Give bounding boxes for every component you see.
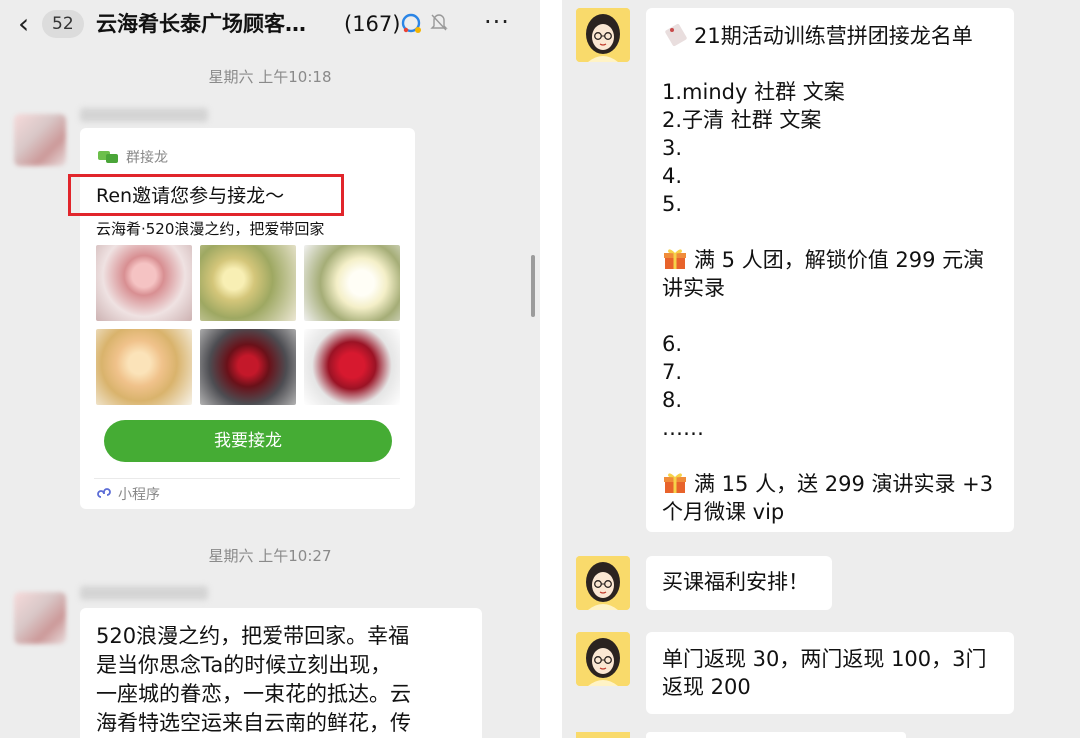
chain-entry: 7. [662,360,683,384]
message-text: 买课福利安排！ [662,570,809,594]
sender-avatar[interactable] [576,8,630,62]
join-chain-button[interactable]: 我要接龙 [104,420,392,462]
cartoon-girl-avatar-icon [576,632,630,686]
more-options-icon[interactable]: ··· [484,8,510,36]
chain-entry: 3. [662,136,683,160]
sender-avatar-blurred[interactable] [14,592,66,644]
chain-entry: 4. [662,164,683,188]
mini-program-footer-label: 小程序 [118,487,160,503]
tag-icon [665,23,687,47]
flower-image [200,245,296,321]
scrollbar[interactable] [531,255,535,317]
gift-icon [664,249,686,269]
message-line: 单门返现 30，两门返现 100，3门 [662,647,987,671]
message-line: 海肴特选空运来自云南的鲜花，传 [96,711,411,735]
chain-entry: …… [662,416,704,440]
chain-list-message-bubble[interactable]: 21期活动训练营拼团接龙名单 1.mindy 社群 文案 2.子清 社群 文案 … [646,8,1014,532]
chain-entry: 8. [662,388,683,412]
sender-avatar[interactable] [576,632,630,686]
chat-header: ‹ 52 云海肴长泰广场顾客… (167) ··· [0,0,540,50]
text-message-bubble[interactable]: 单门返现 30，两门返现 100，3门 返现 200 [646,632,1014,714]
chain-entry: 6. [662,332,683,356]
sender-avatar-blurred[interactable] [14,114,66,166]
sender-avatar[interactable] [576,732,630,738]
message-line: 一座城的眷恋，一束花的抵达。云 [96,682,411,706]
flower-image-grid [96,245,400,405]
wecom-icon [401,13,421,33]
cartoon-girl-avatar-icon [576,8,630,62]
mini-program-description: 云海肴·520浪漫之约，把爱带回家 [96,220,325,238]
mini-program-link-icon [97,488,111,498]
flower-image [200,329,296,405]
back-chevron-icon[interactable]: ‹ [18,10,29,38]
flower-image [304,245,400,321]
member-count: (167) [344,12,401,36]
reward-text: 满 5 人团，解锁价值 299 元演 [694,248,985,272]
chain-entry: 5. [662,192,683,216]
text-message-bubble[interactable] [646,732,906,738]
reward-text: 满 15 人，送 299 演讲实录 +3 [694,472,994,496]
chain-entry: 2.子清 社群 文案 [662,108,822,132]
cartoon-girl-avatar-icon [576,556,630,610]
red-highlight-box [68,174,344,216]
unread-count-badge[interactable]: 52 [42,10,84,38]
message-line: 返现 200 [662,675,751,699]
text-message-bubble[interactable]: 520浪漫之约，把爱带回家。幸福 是当你思念Ta的时候立刻出现， 一座城的眷恋，… [80,608,482,738]
flower-image [96,329,192,405]
message-timestamp: 星期六 上午10:27 [208,547,332,565]
flower-image [304,329,400,405]
chat-title: 云海肴长泰广场顾客… [96,12,306,36]
message-timestamp: 星期六 上午10:18 [208,68,332,86]
sender-name-blurred [80,108,208,122]
reward-text: 个月微课 vip [662,500,785,524]
flower-image [96,245,192,321]
right-chat-panel: 21期活动训练营拼团接龙名单 1.mindy 社群 文案 2.子清 社群 文案 … [562,0,1080,738]
message-line: 是当你思念Ta的时候立刻出现， [96,653,392,677]
sender-name-blurred [80,586,208,600]
text-message-bubble[interactable]: 买课福利安排！ [646,556,832,610]
mute-bell-icon [430,14,448,31]
card-divider [94,478,400,479]
chain-entry: 1.mindy 社群 文案 [662,80,845,104]
message-line: 520浪漫之约，把爱带回家。幸福 [96,624,410,648]
reward-text: 讲实录 [662,276,725,300]
chain-list-title: 21期活动训练营拼团接龙名单 [694,24,973,48]
mini-program-app-icon [98,151,118,163]
mini-program-app-name: 群接龙 [126,150,168,166]
left-chat-panel: ‹ 52 云海肴长泰广场顾客… (167) ··· 星期六 上午10:18 群接… [0,0,540,738]
sender-avatar[interactable] [576,556,630,610]
gift-icon [664,473,686,493]
